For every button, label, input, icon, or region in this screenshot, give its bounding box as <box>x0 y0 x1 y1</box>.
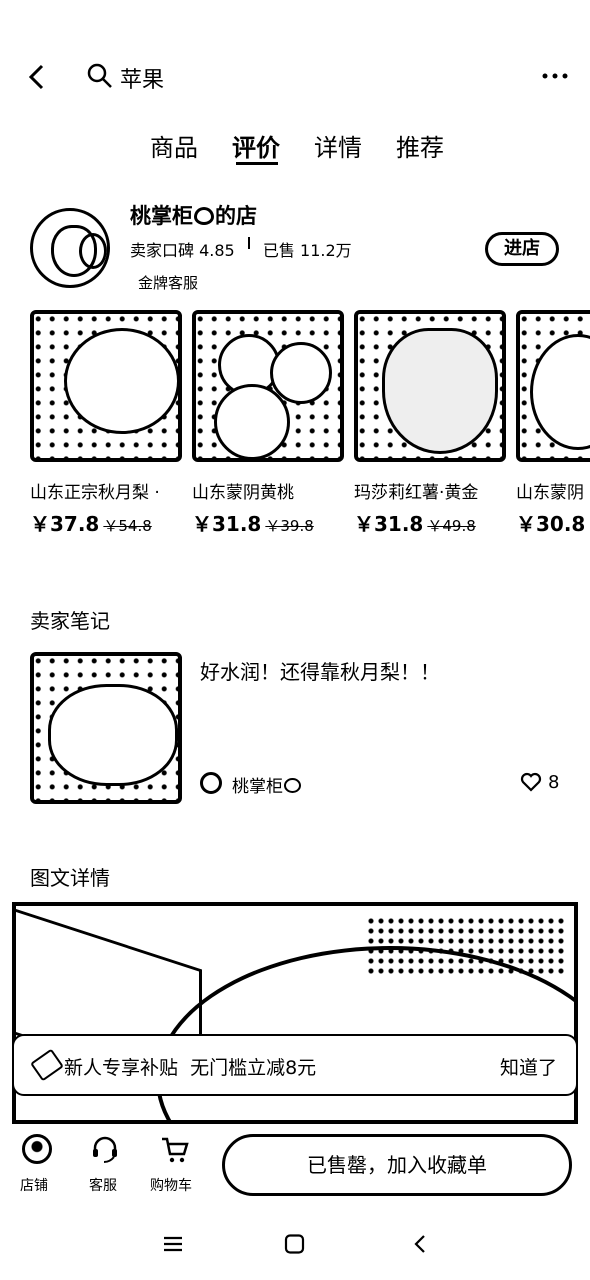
tab-active-indicator <box>236 162 278 165</box>
shop-avatar[interactable] <box>30 208 110 288</box>
system-back-button[interactable] <box>410 1234 432 1254</box>
product-price: ￥37.8 ￥54.8 <box>30 512 152 536</box>
like-button[interactable]: 8 <box>520 770 570 796</box>
peach-icon <box>284 778 301 793</box>
tab-reviews[interactable]: 评价 <box>232 128 280 163</box>
more-icon <box>542 73 568 79</box>
cart-nav-button[interactable]: 购物车 <box>148 1134 202 1198</box>
product-name[interactable]: 玛莎莉红薯·黄金 <box>354 478 506 503</box>
tab-recommend[interactable]: 推荐 <box>396 128 444 163</box>
product-price: ￥31.8 ￥39.8 <box>192 512 314 536</box>
service-badge: 金牌客服 <box>138 274 199 292</box>
headset-icon <box>93 1136 117 1163</box>
shop-nav-button[interactable]: 店铺 <box>18 1134 58 1198</box>
search-bar[interactable]: 苹果 <box>86 60 286 94</box>
product-price: ￥30.8 <box>516 512 586 536</box>
author-avatar[interactable] <box>200 772 222 794</box>
product-price: ￥31.8 ￥49.8 <box>354 512 476 536</box>
back-icon <box>28 64 44 90</box>
note-text[interactable]: 好水润！还得靠秋月梨！！ <box>200 656 440 685</box>
tab-products[interactable]: 商品 <box>150 128 198 163</box>
product-image[interactable] <box>192 310 344 462</box>
search-icon <box>87 63 112 88</box>
shop-name[interactable]: 桃掌柜 的店 <box>130 200 257 230</box>
notes-section-title: 卖家笔记 <box>30 609 110 633</box>
tab-details[interactable]: 详情 <box>314 128 362 163</box>
like-count: 8 <box>548 772 560 793</box>
note-author[interactable]: 桃掌柜 <box>232 772 301 797</box>
more-button[interactable] <box>540 66 572 86</box>
enter-shop-button[interactable]: 进店 <box>485 232 559 266</box>
home-icon <box>284 1234 305 1254</box>
coupon-dismiss-button[interactable]: 知道了 <box>500 1053 557 1080</box>
back-button[interactable] <box>22 62 52 92</box>
shop-stats: 卖家口碑 4.85 已售 11.2万 <box>130 237 352 261</box>
product-image[interactable] <box>354 310 506 462</box>
details-section-title: 图文详情 <box>30 866 110 890</box>
cart-icon <box>162 1137 189 1163</box>
add-to-favorites-button[interactable]: 已售罄，加入收藏单 <box>222 1134 572 1196</box>
service-nav-button[interactable]: 客服 <box>86 1134 126 1198</box>
shop-icon <box>22 1134 52 1164</box>
product-name[interactable]: 山东蒙阴黄桃 <box>192 478 344 503</box>
coupon-icon <box>30 1048 64 1082</box>
menu-icon <box>164 1236 182 1252</box>
coupon-banner[interactable]: 新人专享补贴 无门槛立减8元 知道了 <box>12 1034 578 1096</box>
product-image[interactable] <box>516 310 590 462</box>
coupon-text: 新人专享补贴 无门槛立减8元 <box>64 1057 317 1079</box>
product-name[interactable]: 山东蒙阴 <box>516 478 590 503</box>
peach-icon <box>194 207 214 225</box>
heart-icon <box>520 772 542 792</box>
product-name[interactable]: 山东正宗秋月梨 · <box>30 478 182 503</box>
product-image[interactable] <box>30 310 182 462</box>
system-menu-button[interactable] <box>162 1234 184 1254</box>
note-image[interactable] <box>30 652 182 804</box>
search-query: 苹果 <box>120 68 165 93</box>
back-arrow-icon <box>414 1235 425 1253</box>
system-home-button[interactable] <box>284 1234 306 1254</box>
